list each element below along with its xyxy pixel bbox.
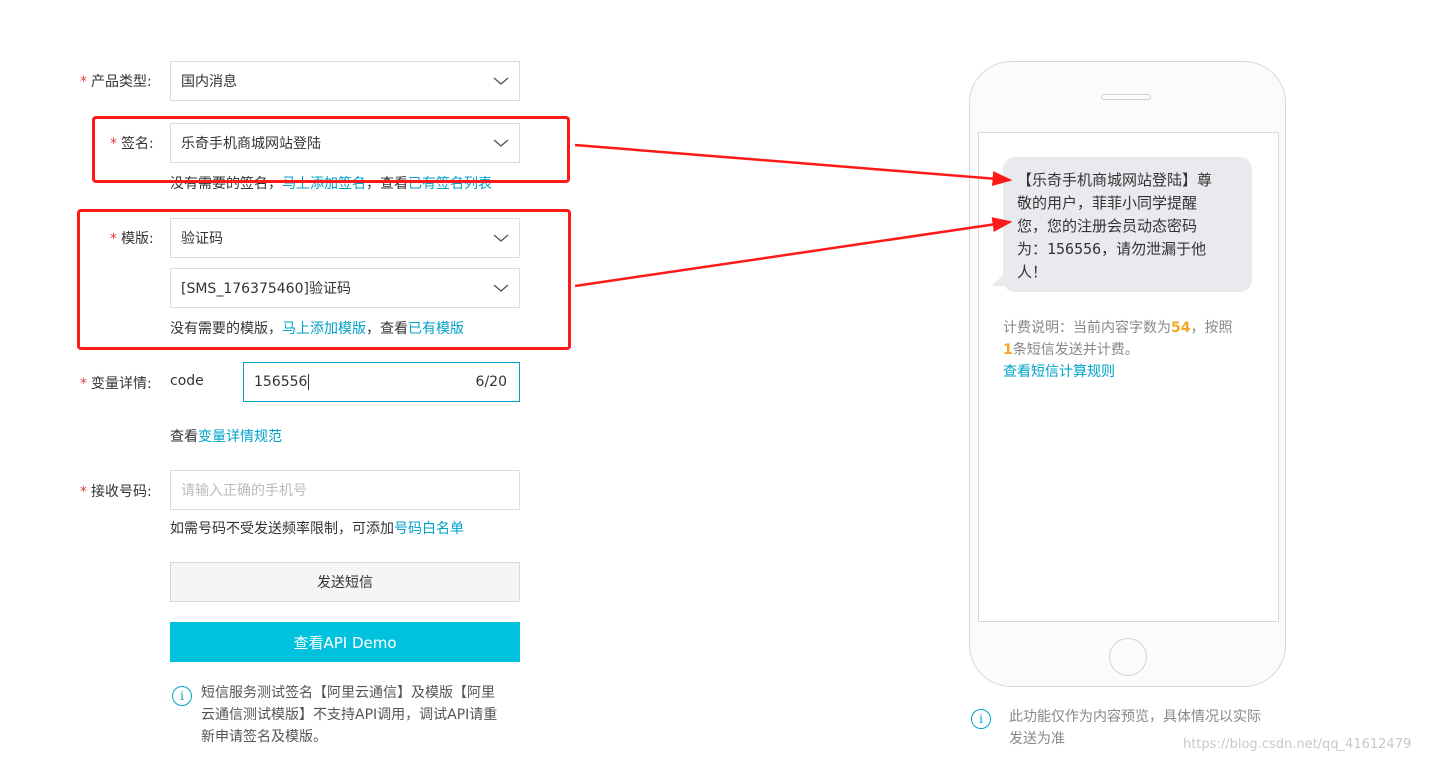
arrow-signature [574, 143, 1013, 187]
arrow-template [574, 217, 1013, 288]
annotation-arrows [574, 143, 1013, 288]
